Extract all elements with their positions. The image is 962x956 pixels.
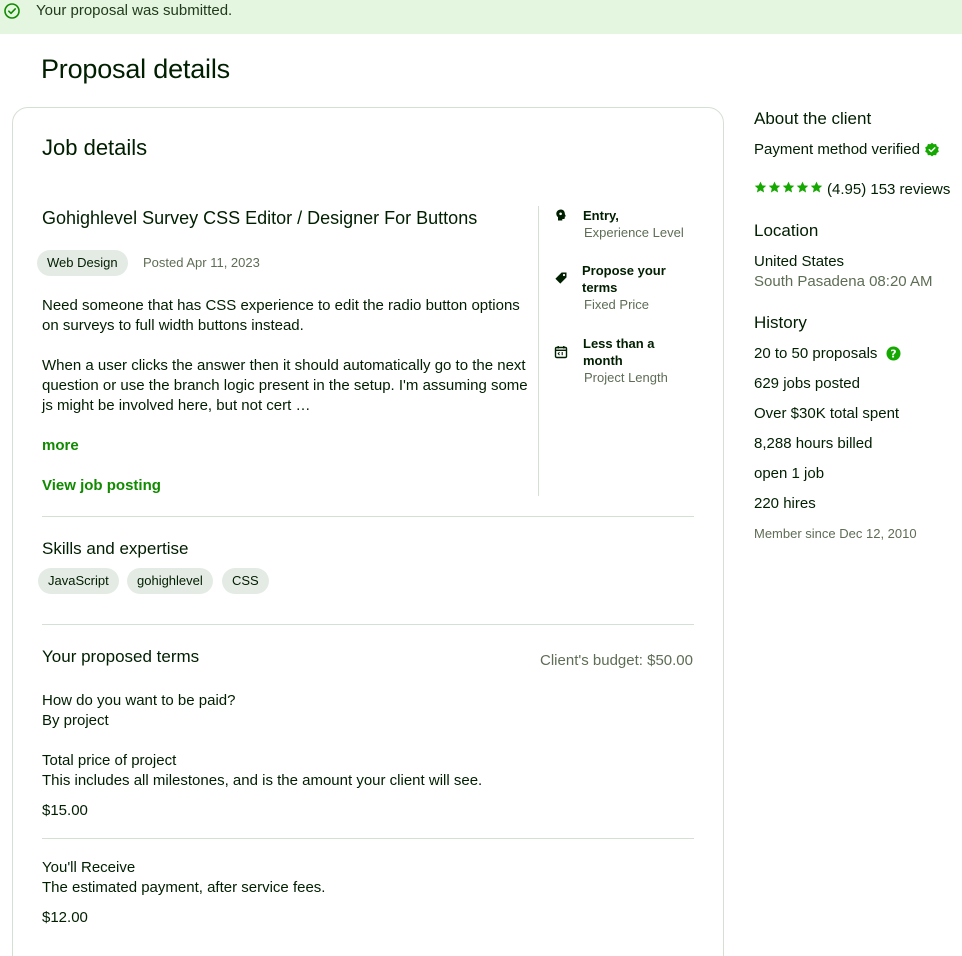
skills-heading: Skills and expertise	[42, 539, 189, 558]
divider	[42, 624, 694, 625]
verified-badge-icon	[925, 142, 939, 157]
divider	[42, 838, 694, 839]
description-line: When a user clicks the answer then it sh…	[42, 357, 526, 374]
project-length-title-line: Less than a	[583, 336, 655, 351]
skill-badge-gohighlevel[interactable]: gohighlevel	[127, 568, 213, 594]
job-details-card: Job details Gohighlevel Survey CSS Edito…	[12, 107, 724, 956]
total-price-heading: Total price of project	[42, 752, 177, 769]
page-title: Proposal details	[41, 54, 230, 84]
terms-title-line: Propose your	[582, 263, 666, 278]
receive-description: The estimated payment, after service fee…	[42, 879, 326, 896]
category-badge[interactable]: Web Design	[37, 250, 128, 276]
job-description: Need someone that has CSS experience to …	[42, 296, 528, 416]
payment-method-answer: By project	[42, 712, 109, 729]
jobs-posted: 629 jobs posted	[754, 375, 860, 392]
star-icon	[782, 181, 795, 193]
divider	[42, 516, 694, 517]
total-price-value: $15.00	[42, 802, 88, 819]
tag-icon	[555, 272, 567, 284]
star-icon	[768, 181, 781, 193]
star-icon	[754, 181, 767, 193]
proposed-terms-heading: Your proposed terms	[42, 647, 200, 666]
client-budget: Client's budget: $50.00	[540, 652, 693, 669]
history-heading: History	[754, 313, 807, 332]
star-rating	[754, 181, 823, 197]
terms-title-line: terms	[582, 280, 618, 295]
payment-verified-label: Payment method verified	[754, 141, 920, 158]
about-client-heading: About the client	[754, 109, 872, 128]
experience-level-label: Experience Level	[584, 225, 684, 240]
job-title: Gohighlevel Survey CSS Editor / Designer…	[42, 208, 478, 228]
calendar-icon	[554, 346, 568, 359]
skill-badge-javascript[interactable]: JavaScript	[38, 568, 119, 594]
fixed-price-label: Fixed Price	[584, 297, 650, 312]
description-line: Need someone that has CSS experience to …	[42, 297, 520, 314]
star-icon	[810, 181, 823, 193]
location-heading: Location	[754, 221, 819, 240]
receive-value: $12.00	[42, 909, 88, 926]
total-price-description: This includes all milestones, and is the…	[42, 772, 483, 789]
proposals-count: 20 to 50 proposals	[754, 345, 878, 362]
check-circle-icon	[4, 3, 20, 19]
star-icon	[796, 181, 809, 193]
skill-badge-css[interactable]: CSS	[222, 568, 269, 594]
project-length-title: Less than a month	[583, 335, 655, 369]
description-line: question or use the branch logic present…	[42, 377, 528, 394]
client-country: United States	[754, 253, 845, 270]
success-banner: Your proposal was submitted.	[0, 0, 962, 34]
rating-reviews: (4.95) 153 reviews	[827, 181, 951, 198]
job-details-heading: Job details	[42, 135, 148, 160]
payment-method-question: How do you want to be paid?	[42, 692, 236, 709]
svg-text:?: ?	[890, 347, 896, 360]
client-city-time: South Pasadena 08:20 AM	[754, 273, 933, 290]
brain-icon	[556, 209, 566, 221]
open-jobs: open 1 job	[754, 465, 825, 482]
receive-heading: You'll Receive	[42, 859, 136, 876]
project-length-label: Project Length	[584, 370, 668, 385]
terms-title: Propose your terms	[582, 262, 666, 296]
total-spent: Over $30K total spent	[754, 405, 900, 422]
experience-level-title: Entry,	[583, 208, 619, 223]
banner-message: Your proposal was submitted.	[36, 2, 233, 19]
description-line: on surveys to full width buttons instead…	[42, 317, 304, 334]
posted-date: Posted Apr 11, 2023	[143, 255, 260, 270]
vertical-divider	[538, 206, 539, 496]
more-link[interactable]: more	[42, 437, 79, 454]
project-length-title-line: month	[583, 353, 623, 368]
help-icon[interactable]: ?	[886, 346, 901, 361]
hours-billed: 8,288 hours billed	[754, 435, 873, 452]
description-line: js might be involved here, but not cert …	[42, 397, 311, 414]
member-since: Member since Dec 12, 2010	[754, 526, 917, 541]
hires-count: 220 hires	[754, 495, 816, 512]
view-job-posting-link[interactable]: View job posting	[42, 477, 161, 494]
